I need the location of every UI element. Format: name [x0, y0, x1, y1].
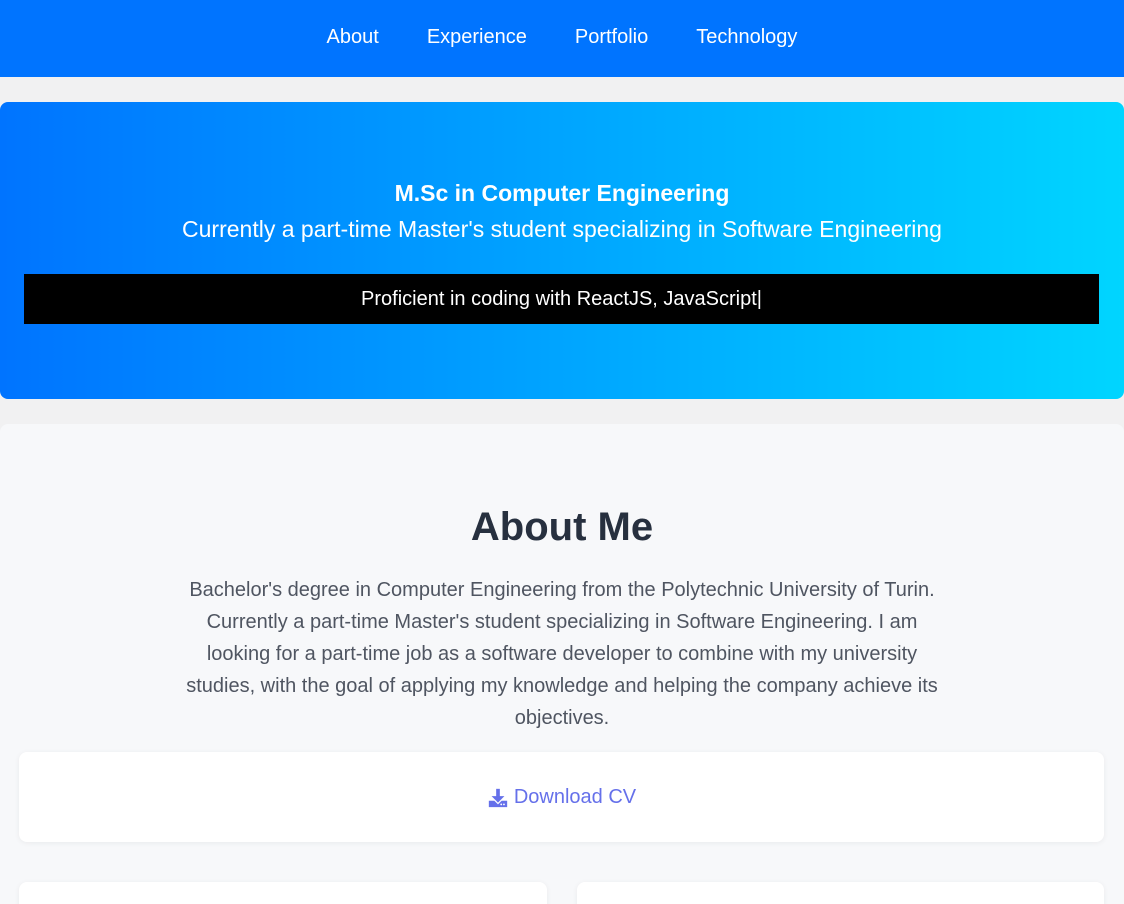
download-cv-label: Download CV — [513, 785, 637, 808]
nav-link-experience[interactable]: Experience — [427, 26, 527, 49]
about-title: About Me — [470, 505, 654, 549]
about-description: Bachelor's degree in Computer Engineerin… — [186, 579, 938, 729]
download-cv-card: Download CV — [19, 752, 1104, 842]
hero-title: M.Sc in Computer Engineering — [394, 180, 730, 206]
info-card-right — [577, 882, 1104, 904]
nav-link-portfolio[interactable]: Portfolio — [575, 26, 648, 49]
download-icon — [488, 788, 508, 808]
hero-banner — [0, 102, 1124, 399]
nav-link-technology[interactable]: Technology — [696, 26, 797, 49]
download-cv-link[interactable]: Download CV — [487, 785, 636, 809]
typing-text: Proficient in coding with ReactJS, JavaS… — [361, 287, 757, 310]
info-card-left — [19, 882, 547, 904]
typing-cursor: | — [756, 287, 762, 310]
nav-link-about[interactable]: About — [327, 26, 379, 49]
typing-banner: Proficient in coding with ReactJS, JavaS… — [24, 274, 1099, 324]
top-navbar: About Experience Portfolio Technology — [0, 0, 1124, 77]
hero-subtitle: Currently a part-time Master's student s… — [182, 216, 942, 242]
